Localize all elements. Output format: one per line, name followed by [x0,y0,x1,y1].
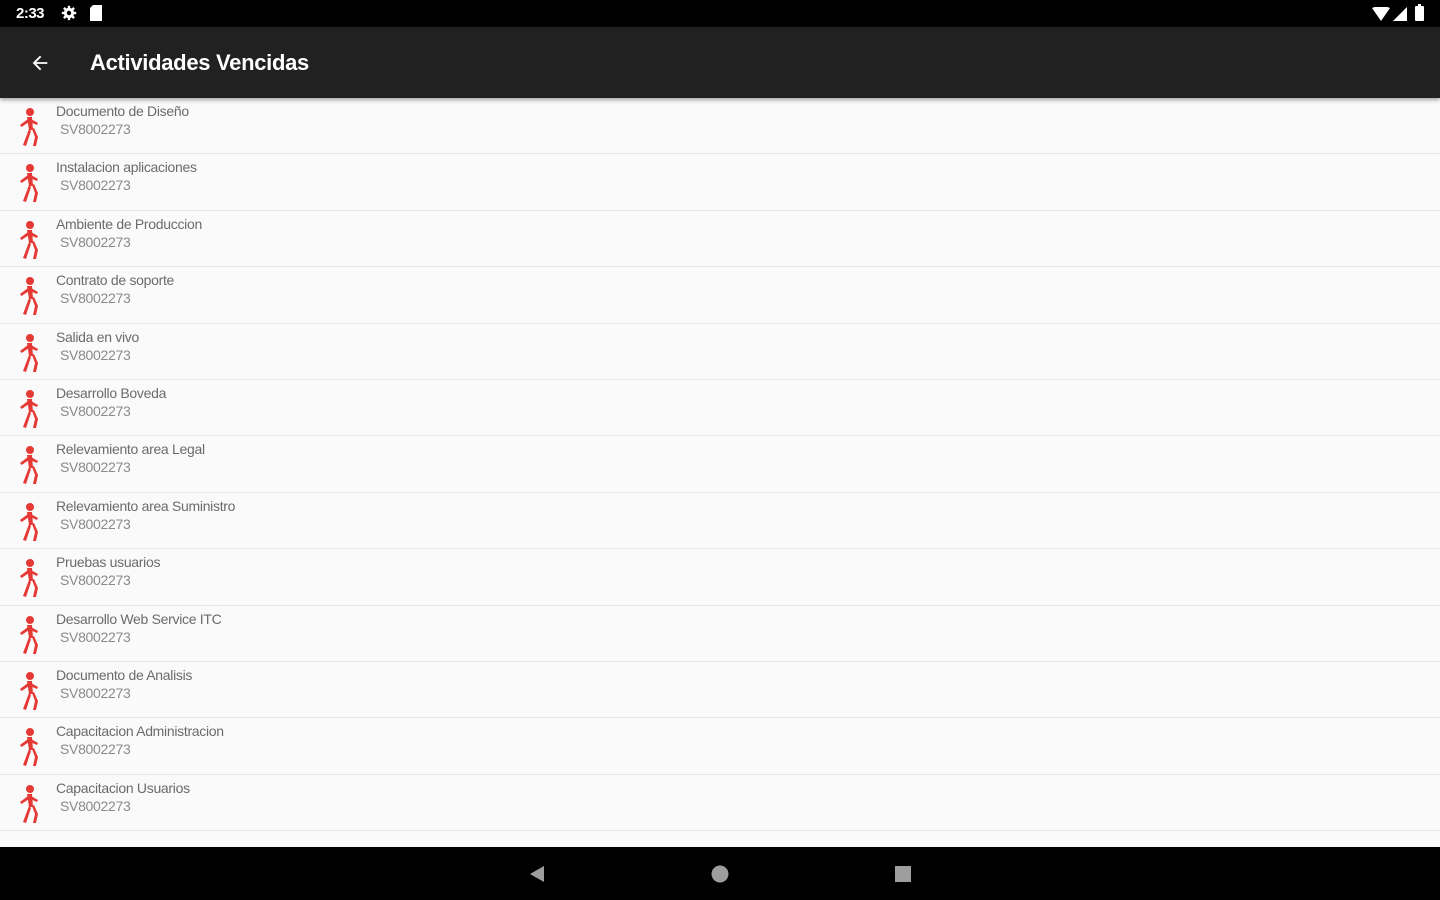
activity-list[interactable]: Documento de Diseño SV8002273 Instalacion … [0,98,1440,847]
item-code: SV8002273 [60,233,131,250]
item-title: Pruebas usuarios [56,554,161,571]
item-code: SV8002273 [60,290,131,307]
item-title: Ambiente de Produccion [56,215,202,232]
person-walking-icon [20,559,38,598]
page-title: Actividades Vencidas [90,50,309,75]
app-bar: Actividades Vencidas [0,27,1440,98]
item-code: SV8002273 [60,459,131,476]
item-title: Relevamiento area Legal [56,441,205,458]
item-code: SV8002273 [60,628,131,645]
signal-icon [1393,7,1407,21]
item-code: SV8002273 [60,515,131,532]
item-title: Desarrollo Web Service ITC [56,610,222,627]
item-code: SV8002273 [60,741,131,758]
person-walking-icon [20,108,38,146]
nav-back-icon[interactable] [528,864,546,884]
item-title: Relevamiento area Suministro [56,497,236,514]
person-walking-icon [20,784,38,823]
list-item[interactable]: Desarrollo Boveda SV8002273 [0,379,1440,437]
back-button[interactable] [20,43,60,83]
list-item[interactable]: Relevamiento area Legal SV8002273 [0,436,1440,493]
person-walking-icon [20,446,38,485]
item-code: SV8002273 [60,121,131,137]
person-walking-icon [20,671,38,710]
item-code: SV8002273 [60,177,131,194]
list-item[interactable]: Pruebas usuarios SV8002273 [0,549,1440,606]
nav-recents-icon[interactable] [894,865,912,883]
list-item[interactable]: Salida en vivo SV8002273 [0,323,1440,380]
gear-icon [61,5,77,21]
item-title: Capacitacion Usuarios [56,779,190,796]
list-item[interactable]: Documento de Analisis SV8002273 [0,661,1440,719]
list-item[interactable]: Capacitacion Administracion SV8002273 [0,718,1440,775]
status-time: 2:33 [16,5,45,22]
list-item[interactable]: Desarrollo Web Service ITC SV8002273 [0,605,1440,662]
list-item[interactable]: Capacitacion Usuarios SV8002273 [0,774,1440,832]
person-walking-icon [20,389,38,428]
wifi-icon [1372,7,1390,21]
item-code: SV8002273 [60,684,131,701]
list-item[interactable]: Contrato de soporte SV8002273 [0,267,1440,324]
status-bar: 2:33 [0,0,1440,27]
person-walking-icon [20,277,38,316]
nav-home-icon[interactable] [710,864,730,884]
list-item[interactable]: Instalacion aplicaciones SV8002273 [0,154,1440,211]
person-walking-icon [20,615,38,654]
item-code: SV8002273 [60,797,131,814]
item-code: SV8002273 [60,402,131,419]
sd-card-icon [90,5,102,21]
person-walking-icon [20,333,38,372]
item-title: Documento de Diseño [56,103,189,119]
item-title: Salida en vivo [56,328,139,345]
item-title: Instalacion aplicaciones [56,159,197,176]
list-item[interactable]: Documento de Diseño SV8002273 [0,98,1440,155]
list-item[interactable]: Ambiente de Produccion SV8002273 [0,210,1440,268]
battery-icon [1415,4,1424,21]
person-walking-icon [20,728,38,767]
item-title: Desarrollo Boveda [56,384,167,401]
person-walking-icon [20,164,38,203]
item-code: SV8002273 [60,572,131,589]
person-walking-icon [20,502,38,541]
item-title: Capacitacion Administracion [56,723,224,740]
navigation-bar [0,847,1440,900]
arrow-back-icon [32,55,48,71]
item-code: SV8002273 [60,346,131,363]
item-title: Contrato de soporte [56,272,175,289]
list-item[interactable]: Relevamiento area Suministro SV8002273 [0,492,1440,550]
item-title: Documento de Analisis [56,666,193,683]
person-walking-icon [20,220,38,259]
